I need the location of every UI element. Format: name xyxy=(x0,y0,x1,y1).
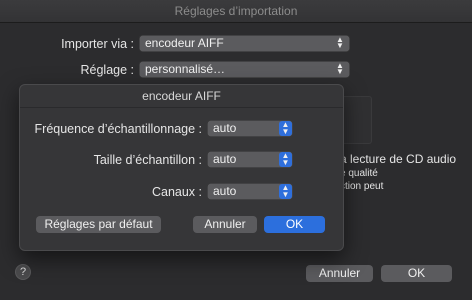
import-via-popup[interactable]: encodeur AIFF ▲ ▼ xyxy=(139,35,350,52)
sample-size-value: auto xyxy=(213,152,237,166)
cancel-button[interactable]: Annuler xyxy=(306,265,373,282)
sheet-ok-button[interactable]: OK xyxy=(264,216,325,233)
setting-label: Réglage : xyxy=(80,63,134,77)
help-button[interactable]: ? xyxy=(15,264,31,280)
aiff-encoder-sheet: encodeur AIFF Fréquence d’échantillonnag… xyxy=(19,84,344,251)
channels-label: Canaux : xyxy=(151,185,202,199)
chevron-up-down-icon: ▲ ▼ xyxy=(336,61,344,76)
setting-value: personnalisé… xyxy=(145,62,226,76)
sample-size-label: Taille d’échantillon : xyxy=(93,153,202,167)
sample-rate-label: Fréquence d’échantillonnage : xyxy=(34,122,202,136)
channels-popup[interactable]: auto ▲ ▼ xyxy=(207,183,293,200)
sample-rate-popup[interactable]: auto ▲ ▼ xyxy=(207,120,293,137)
import-via-value: encodeur AIFF xyxy=(145,36,224,50)
background-panel xyxy=(340,96,372,144)
quality-text: e qualité xyxy=(340,168,378,179)
sheet-title: encodeur AIFF xyxy=(20,85,343,108)
sample-size-popup[interactable]: auto ▲ ▼ xyxy=(207,151,293,168)
correction-text: ction peut xyxy=(340,181,384,192)
cd-audio-text: a lecture de CD audio xyxy=(340,152,457,166)
chevron-up-down-icon: ▲ ▼ xyxy=(279,121,292,136)
sheet-cancel-button[interactable]: Annuler xyxy=(193,216,257,233)
window-title: Réglages d’importation xyxy=(0,0,472,23)
setting-popup[interactable]: personnalisé… ▲ ▼ xyxy=(139,61,350,78)
chevron-up-down-icon: ▲ ▼ xyxy=(279,152,292,167)
defaults-button[interactable]: Réglages par défaut xyxy=(36,216,161,233)
chevron-up-down-icon: ▲ ▼ xyxy=(336,35,344,50)
chevron-up-down-icon: ▲ ▼ xyxy=(279,184,292,199)
sample-rate-value: auto xyxy=(213,121,237,135)
channels-value: auto xyxy=(213,184,237,198)
import-via-label: Importer via : xyxy=(61,37,134,51)
ok-button[interactable]: OK xyxy=(381,265,452,282)
